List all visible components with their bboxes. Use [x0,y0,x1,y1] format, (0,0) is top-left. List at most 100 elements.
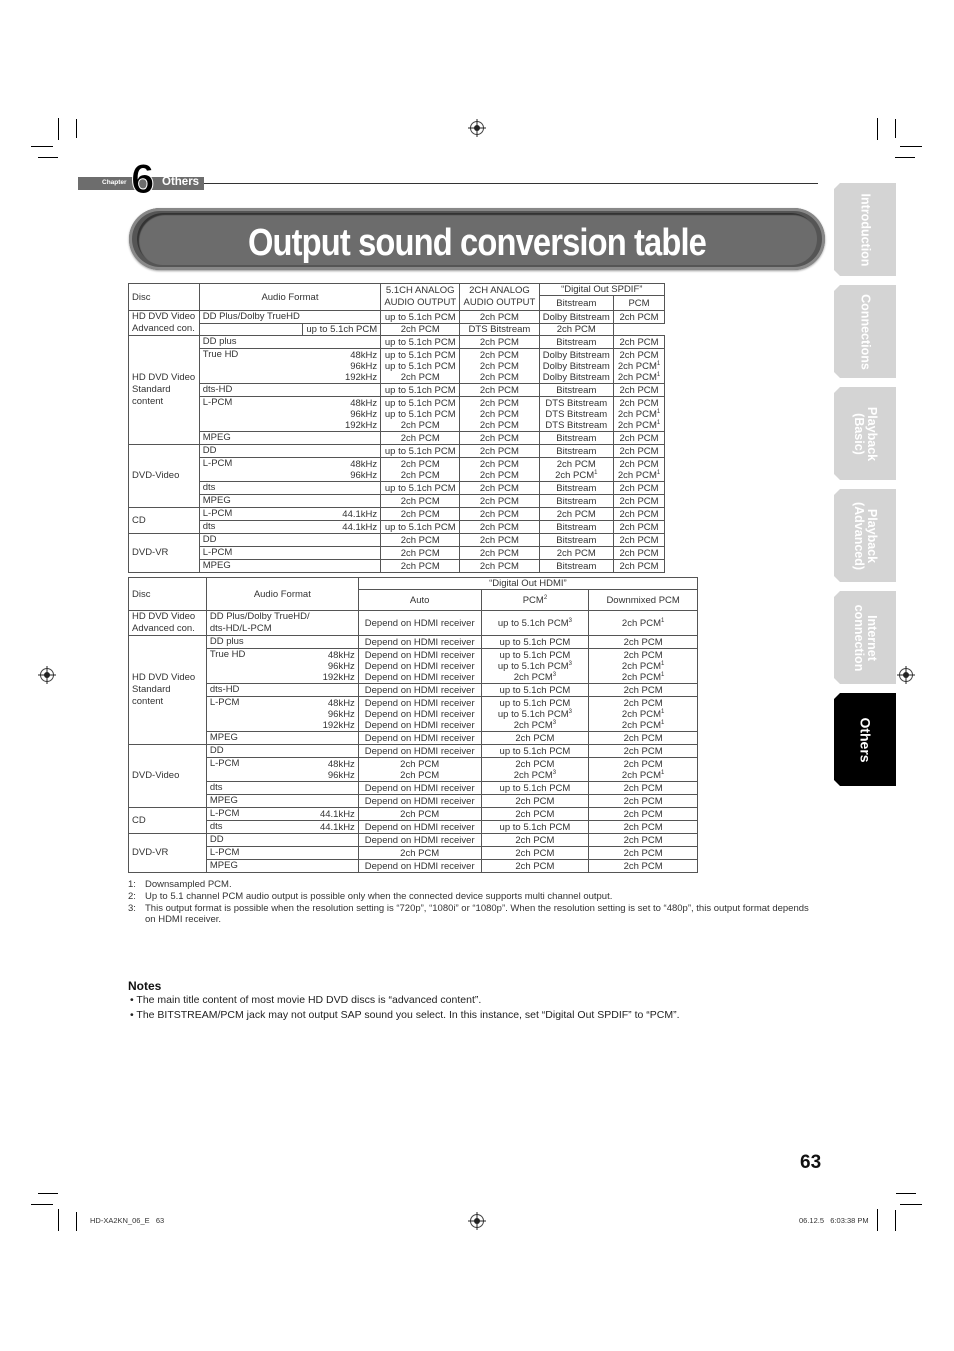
spdif-pcm-cell: 2ch PCM [613,457,665,470]
hdmi-auto-cell: Depend on HDMI receiver [357,859,482,873]
hdmi-auto-cell: 2ch PCM [357,846,482,860]
analog-2ch-cell: 2ch PCM [459,533,540,547]
table-row: MPEG Depend on HDMI receiver 2ch PCM 2ch PC… [129,859,698,873]
table-row: HD DVD Video Advanced con. DD Plus/Dolby … [128,310,665,336]
spdif-bitstream-cell: Bitstream [538,481,615,495]
hdmi-auto-cell: Depend on HDMI receiver [357,781,482,795]
hdmi-auto-cell: 2ch PCM [357,757,482,770]
hdmi-downmixed-cell: 2ch PCM [588,820,698,834]
frequency-cell [312,610,359,636]
spdif-pcm-cell: 2ch PCM [613,507,665,521]
footer-timestamp: 06.12.5 6:03:38 PM [799,1216,869,1225]
hdmi-auto-cell: Depend on HDMI receiver [357,661,482,672]
frequency-cell: 192kHz [312,672,359,684]
spdif-bitstream-cell: Bitstream [538,494,615,508]
frequency-cell [302,481,382,495]
frequency-cell [302,533,382,547]
hdmi-downmixed-cell: 2ch PCM [588,781,698,795]
analog-51ch-cell: 2ch PCM [380,533,461,547]
table-row: 96kHz 2ch PCM 2ch PCM3 2ch PCM1 [129,770,698,782]
audio-format-cell [198,361,303,372]
analog-2ch-cell: 2ch PCM [459,546,540,560]
analog-2ch-cell: 2ch PCM [459,335,540,349]
spdif-bitstream-cell: Bitstream [538,444,615,458]
spdif-pcm-cell: 2ch PCM [613,310,665,324]
audio-format-cell: MPEG [205,794,313,808]
side-tab-playback-basic[interactable]: Playback (Basic) [834,387,896,480]
analog-51ch-cell: up to 5.1ch PCM [380,361,461,372]
frequency-cell [302,335,382,349]
hdmi-pcm-cell: up to 5.1ch PCM [480,744,590,758]
header-downmixed-pcm: Downmixed PCM [588,589,698,611]
frequency-cell: 96kHz [312,661,359,672]
page-number: 63 [800,1152,822,1173]
frequency-cell: 44.1kHz [312,807,359,821]
hdmi-auto-cell: Depend on HDMI receiver [357,709,482,720]
hdmi-downmixed-cell: 2ch PCM [588,731,698,745]
frequency-cell [312,781,359,795]
audio-format-cell: MPEG [205,859,313,873]
hdmi-pcm-cell: 2ch PCM [480,833,590,847]
spdif-bitstream-cell: 2ch PCM [538,546,615,560]
hdmi-pcm-cell: up to 5.1ch PCM3 [480,610,590,636]
side-tab-introduction[interactable]: Introduction [834,183,896,276]
frequency-cell: 192kHz [312,720,359,732]
audio-format-cell: L-PCM [205,807,313,821]
footnote: 2: Up to 5.1 channel PCM audio output is … [128,891,612,902]
registration-mark-icon [470,121,484,135]
frequency-cell [312,794,359,808]
side-tab-internet-connection[interactable]: Internet connection [834,591,896,684]
analog-51ch-cell: 2ch PCM [380,546,461,560]
spdif-pcm-cell: 2ch PCM [613,546,665,560]
spdif-bitstream-cell: Dolby Bitstream [538,310,615,324]
analog-2ch-cell: 2ch PCM [459,396,540,409]
frequency-cell [199,323,304,336]
table-row: 192kHz 2ch PCM 2ch PCM Dolby Bitstream 2ch P… [129,372,665,384]
hdmi-pcm-cell: up to 5.1ch PCM [480,635,590,649]
table-row: HD DVD Video Standard content DD plus up t… [128,335,665,445]
header-disc: Disc [128,577,207,611]
header-bitstream: Bitstream [538,295,615,311]
spdif-pcm-cell: 2ch PCM [538,323,615,336]
frequency-cell: 96kHz [312,709,359,720]
hdmi-downmixed-cell: 2ch PCM [588,833,698,847]
table-row: L-PCM 48kHz Depend on HDMI receiver up to 5… [129,696,698,709]
disc-cell: DVD-Video [128,744,207,808]
crop-mark [31,1204,53,1205]
frequency-cell: 48kHz [312,696,359,709]
audio-format-cell: L-PCM [198,546,303,560]
disc-cell: DVD-VR [128,833,207,873]
spdif-pcm-cell: 2ch PCM1 [613,409,665,420]
side-tab-playback-advanced[interactable]: Playback (Advanced) [834,489,896,582]
table-row: CD L-PCM 44.1kHz 2ch PCM 2ch PCM 2ch PCM 2ch P… [128,507,665,534]
side-tab-others[interactable]: Others [834,693,896,786]
header-pcm: PCM2 [480,589,590,611]
spdif-bitstream-cell: 2ch PCM [538,507,615,521]
footnote-number: 1: [128,879,136,890]
analog-2ch-cell: 2ch PCM [459,361,540,372]
frequency-cell [312,683,359,697]
spdif-bitstream-cell: Dolby Bitstream [538,372,615,384]
hdmi-conversion-table: Disc Audio Format “Digital Out HDMI” Aut… [128,577,699,873]
audio-format-cell: DD plus [205,635,313,649]
analog-2ch-cell: 2ch PCM [459,481,540,495]
crop-mark [895,157,915,158]
hdmi-pcm-cell: 2ch PCM3 [480,720,590,732]
analog-51ch-cell: 2ch PCM [380,494,461,508]
hdmi-downmixed-cell: 2ch PCM1 [588,720,698,732]
table-row: 96kHz 2ch PCM 2ch PCM 2ch PCM1 2ch PCM1 [129,470,665,482]
side-tab-connections[interactable]: Connections [834,285,896,378]
audio-format-cell [205,770,313,782]
disc-cell: HD DVD Video Standard content [128,635,207,745]
hdmi-downmixed-cell: 2ch PCM1 [588,709,698,720]
header-51ch-analog: 5.1CH ANALOG AUDIO OUTPUT [380,283,461,311]
table-row: dts 44.1kHz up to 5.1ch PCM 2ch PCM Bitstrea… [129,520,665,534]
frequency-cell [312,731,359,745]
analog-2ch-cell: 2ch PCM [459,420,540,432]
spdif-bitstream-cell: DTS Bitstream [538,396,615,409]
note-item: • The main title content of most movie H… [130,994,482,1006]
table-row: L-PCM 2ch PCM 2ch PCM 2ch PCM 2ch PCM [129,546,665,560]
header-digital-out-spdif: “Digital Out SPDIF” [538,283,666,296]
table-row: 192kHz Depend on HDMI receiver 2ch PCM3 2ch… [129,672,698,684]
header-auto: Auto [357,589,482,611]
